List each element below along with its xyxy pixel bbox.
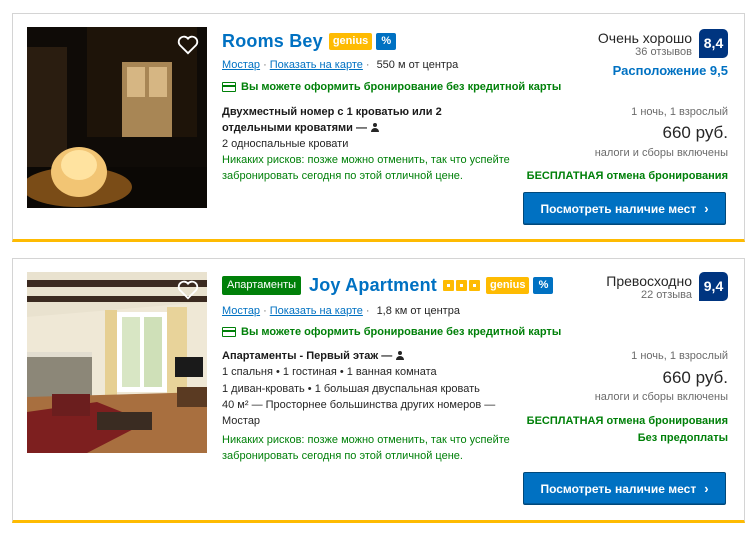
property-type-badge: Апартаменты	[222, 276, 302, 295]
room-detail: 2 односпальные кровати	[222, 138, 349, 150]
deal-badge: %	[533, 277, 554, 294]
no-risk-text: Никаких рисков: позже можно отменить, та…	[222, 434, 510, 462]
room-detail: 1 диван-кровать • 1 большая двуспальная …	[222, 383, 480, 395]
property-card: Rooms Bey genius % Мостар · Показать на ка…	[12, 13, 745, 242]
free-cancellation: БЕСПЛАТНАЯ отмена бронирования	[526, 415, 728, 427]
price: 660 руб.	[662, 368, 728, 387]
reviews-count: 36 отзывов	[635, 46, 692, 58]
room-name: Апартаменты - Первый этаж —	[222, 348, 462, 364]
reviews-count: 22 отзыва	[641, 289, 692, 301]
room-name-text: Двухместный номер с 1 кроватью или 2 отд…	[222, 106, 442, 134]
credit-card-icon	[222, 82, 236, 92]
show-map-link[interactable]: Показать на карте	[270, 305, 363, 317]
taxes-note: налоги и сборы включены	[594, 147, 728, 159]
location-link[interactable]: Мостар	[222, 59, 260, 71]
person-icon	[396, 351, 405, 360]
star-rating	[443, 280, 480, 291]
taxes-note: налоги и сборы включены	[594, 391, 728, 403]
score-badge: 8,4	[699, 29, 728, 58]
property-card: Апартаменты Joy Apartment genius % Моста…	[12, 258, 745, 523]
no-prepayment: Без предоплаты	[637, 432, 728, 444]
genius-badge: genius	[328, 33, 373, 50]
room-dash: —	[381, 350, 393, 362]
location-link[interactable]: Мостар	[222, 305, 260, 317]
score-label: Превосходно	[606, 273, 692, 289]
star-icon	[469, 280, 480, 291]
property-name[interactable]: Rooms Bey	[222, 31, 323, 52]
price-for: 1 ночь, 1 взрослый	[631, 350, 728, 362]
property-name[interactable]: Joy Apartment	[309, 275, 437, 296]
deal-badge: %	[376, 33, 397, 50]
price-for: 1 ночь, 1 взрослый	[631, 106, 728, 118]
room-name-text: Апартаменты - Первый этаж	[222, 350, 379, 362]
distance-text: 550 м от центра	[376, 59, 459, 71]
room-name: Двухместный номер с 1 кроватью или 2 отд…	[222, 104, 462, 136]
chevron-right-icon: ›	[704, 201, 709, 216]
room-dash: —	[355, 122, 367, 134]
room-detail: 40 м² — Просторнее большинства других но…	[222, 399, 496, 427]
star-icon	[456, 280, 467, 291]
price: 660 руб.	[662, 123, 728, 142]
genius-badge: genius	[486, 277, 530, 294]
free-cancellation: БЕСПЛАТНАЯ отмена бронирования	[526, 170, 728, 182]
chevron-right-icon: ›	[704, 481, 709, 496]
credit-card-icon	[222, 327, 236, 337]
score-label: Очень хорошо	[597, 30, 692, 46]
heart-icon[interactable]	[177, 35, 199, 55]
location-score: Расположение 9,5	[612, 63, 728, 78]
see-availability-label: Посмотреть наличие мест	[540, 481, 697, 496]
see-availability-button[interactable]: Посмотреть наличие мест ›	[523, 192, 726, 225]
room-detail: 1 спальня • 1 гостиная • 1 ванная комнат…	[222, 366, 437, 378]
no-credit-card-text: Вы можете оформить бронирование без кред…	[241, 326, 562, 338]
property-photo[interactable]	[27, 27, 207, 208]
no-risk-text: Никаких рисков: позже можно отменить, та…	[222, 154, 510, 182]
distance-text: 1,8 км от центра	[376, 305, 460, 317]
person-icon	[370, 123, 379, 132]
no-credit-card-text: Вы можете оформить бронирование без кред…	[241, 81, 562, 93]
show-map-link[interactable]: Показать на карте	[270, 59, 363, 71]
heart-icon[interactable]	[177, 280, 199, 300]
see-availability-label: Посмотреть наличие мест	[540, 201, 697, 216]
property-photo[interactable]	[27, 272, 207, 453]
see-availability-button[interactable]: Посмотреть наличие мест ›	[523, 472, 726, 505]
star-icon	[443, 280, 454, 291]
score-badge: 9,4	[699, 272, 728, 301]
